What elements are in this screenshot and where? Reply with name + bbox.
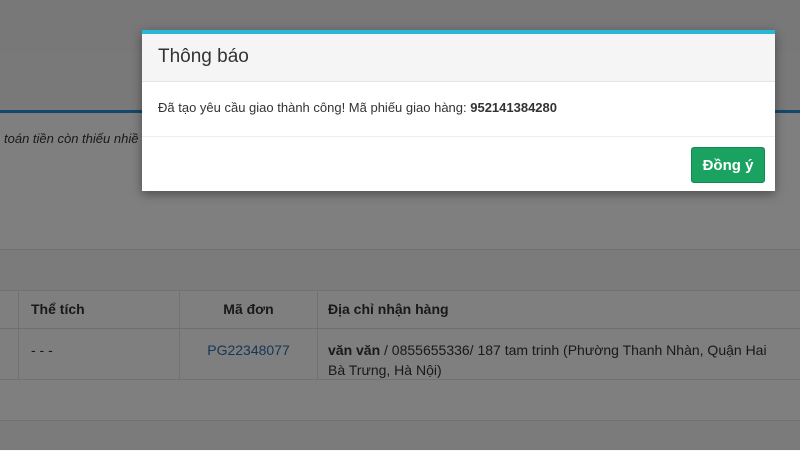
dialog-footer: Đồng ý: [142, 136, 775, 192]
dialog-message: Đã tạo yêu cầu giao thành công! Mã phiếu…: [158, 100, 557, 115]
dialog-title: Thông báo: [158, 46, 249, 67]
dialog-message-text: Đã tạo yêu cầu giao thành công! Mã phiếu…: [158, 100, 471, 115]
delivery-code: 952141384280: [470, 100, 557, 115]
notification-dialog: Thông báo Đã tạo yêu cầu giao thành công…: [142, 30, 775, 191]
dialog-header: Thông báo: [142, 34, 775, 82]
ok-button[interactable]: Đồng ý: [691, 147, 765, 183]
